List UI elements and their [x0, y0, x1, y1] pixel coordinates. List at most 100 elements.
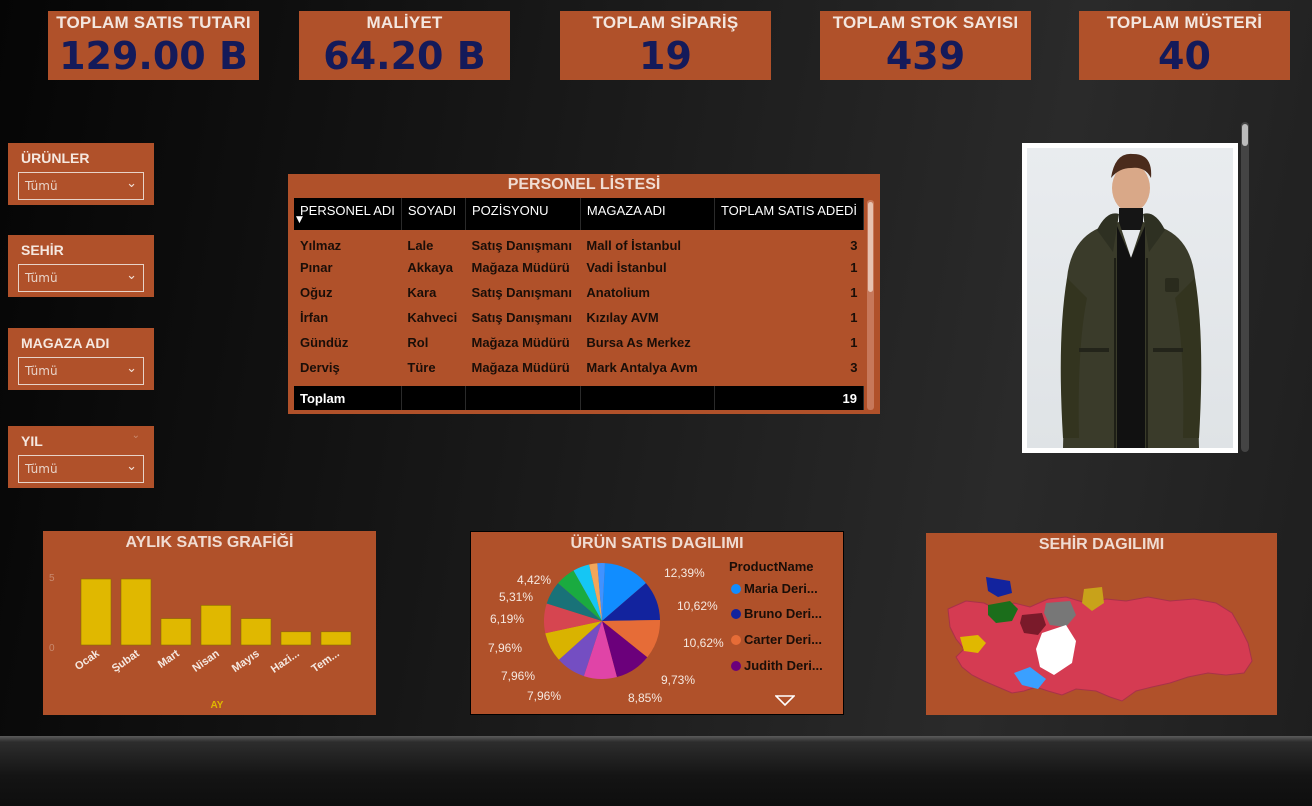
bar-1 — [120, 578, 152, 646]
pie-data-label: 7,96% — [501, 669, 535, 683]
table-cell: Kahveci — [407, 310, 458, 325]
bar-2 — [160, 618, 192, 646]
column-header[interactable]: SOYADI — [401, 198, 467, 230]
dropdown-value: Tümü — [25, 179, 58, 193]
table-cell: Vadi İstanbul — [586, 260, 667, 275]
pie-data-label: 12,39% — [664, 566, 705, 580]
bar-5 — [280, 631, 312, 646]
column-header[interactable]: POZİSYONU — [465, 198, 581, 230]
table-cell: Kara — [407, 285, 437, 300]
monthly-sales-chart-card: AYLIK SATIS GRAFİĞİ 5 0 Ocak Şubat Mart Nis… — [43, 531, 376, 715]
pie-data-label: 7,96% — [527, 689, 561, 703]
table-cell: 3 — [850, 237, 858, 253]
table-cell: Bursa As Merkez — [586, 335, 691, 350]
bar-series — [80, 578, 352, 646]
dropdown-value: Tümü — [25, 462, 58, 476]
bar-6 — [320, 631, 352, 646]
kpi-label: MALİYET — [366, 13, 443, 32]
kpi-label: TOPLAM STOK SAYISI — [832, 13, 1019, 32]
table-cell: Mark Antalya Avm — [586, 360, 698, 375]
chart-title: AYLIK SATIS GRAFİĞİ — [125, 534, 294, 551]
floor-reflection — [0, 736, 1312, 806]
legend-label: Maria Deri... — [744, 581, 818, 596]
column-header[interactable]: PERSONEL ADI — [294, 198, 402, 230]
pie-data-label: 10,62% — [683, 636, 724, 650]
table-cell: Oğuz — [300, 285, 333, 300]
table-row[interactable]: Oğuz Kara Satış Danışmanı Anatolium 1 — [294, 280, 864, 305]
bar-0 — [80, 578, 112, 646]
table-cell: Türe — [407, 360, 436, 375]
kpi-value: 439 — [885, 34, 966, 78]
x-tick-label: Ocak — [73, 647, 103, 673]
pie-chart[interactable]: 12,39% 10,62% 10,62% 9,73% 8,85% 7,96% 7,96% 7,… — [471, 554, 726, 714]
kpi-value: 40 — [1158, 34, 1211, 78]
slicer-city: SEHİR Tümü ⌄ — [8, 235, 154, 297]
table-row[interactable]: Yılmaz Lale Satış Danışmanı Mall of İsta… — [294, 230, 864, 255]
slicer-store: MAGAZA ADI Tümü ⌄ — [8, 328, 154, 390]
bar-chart[interactable]: 5 0 Ocak Şubat Mart Nisan Mayıs Hazi... Tem...… — [43, 555, 376, 715]
legend-item[interactable]: Bruno Deri... — [731, 606, 822, 621]
collapse-chevron-icon[interactable]: ⌄ — [132, 430, 140, 441]
kpi-label: TOPLAM SATIS TUTARI — [56, 13, 251, 32]
table-row[interactable]: Derviş Türe Mağaza Müdürü Mark Antalya A… — [294, 355, 864, 380]
total-value: 19 — [714, 386, 865, 410]
x-tick-label: Hazi... — [269, 648, 302, 676]
table-cell: 1 — [850, 285, 858, 300]
table-cell: 3 — [850, 360, 858, 375]
product-image — [1022, 143, 1238, 453]
turkey-map[interactable] — [926, 563, 1277, 713]
products-dropdown[interactable]: Tümü ⌄ — [18, 172, 144, 200]
pie-data-label: 10,62% — [677, 599, 718, 613]
legend-dot — [731, 661, 741, 671]
chevron-down-icon: ⌄ — [126, 361, 137, 376]
table-scrollbar[interactable] — [867, 200, 874, 410]
pie-data-label: 7,96% — [488, 641, 522, 655]
pie-data-label: 4,42% — [517, 573, 551, 587]
table-cell: Kızılay AVM — [586, 310, 659, 325]
legend-item[interactable]: Judith Deri... — [731, 658, 823, 673]
table-cell: 1 — [850, 260, 858, 275]
kpi-card-orders: TOPLAM SİPARİŞ 19 — [560, 11, 771, 80]
total-label: Toplam — [294, 386, 402, 410]
x-tick-labels: Ocak Şubat Mart Nisan Mayıs Hazi... Tem... — [73, 647, 342, 676]
column-header[interactable]: MAGAZA ADI — [580, 198, 715, 230]
scrollbar-thumb[interactable] — [1242, 124, 1248, 146]
table-cell: Satış Danışmanı — [471, 237, 572, 253]
city-dropdown[interactable]: Tümü ⌄ — [18, 264, 144, 292]
chevron-down-icon: ⌄ — [126, 459, 137, 474]
legend-item[interactable]: Maria Deri... — [731, 581, 818, 596]
y-tick-label: 5 — [49, 573, 55, 584]
store-dropdown[interactable]: Tümü ⌄ — [18, 357, 144, 385]
table-cell — [465, 386, 581, 410]
legend-item[interactable]: Carter Deri... — [731, 632, 822, 647]
table-cell: Lale — [407, 237, 434, 253]
dropdown-value: Tümü — [25, 271, 58, 285]
legend-label: Carter Deri... — [744, 632, 823, 647]
slicer-title: ÜRÜNLER — [21, 150, 90, 166]
pie-data-label: 6,19% — [490, 612, 524, 626]
sort-down-icon[interactable]: ▼ — [296, 215, 303, 225]
pie-data-label: 5,31% — [499, 590, 533, 604]
year-dropdown[interactable]: Tümü ⌄ — [18, 455, 144, 483]
chart-title: ÜRÜN SATIS DAGILIMI — [570, 535, 744, 552]
kpi-label: TOPLAM SİPARİŞ — [592, 13, 739, 32]
scrollbar-thumb[interactable] — [868, 202, 873, 292]
column-header[interactable]: TOPLAM SATIS ADEDİ — [714, 198, 865, 230]
table-row[interactable]: Pınar Akkaya Mağaza Müdürü Vadi İstanbul… — [294, 255, 864, 280]
table-cell: Gündüz — [300, 335, 349, 350]
table-row[interactable]: İrfan Kahveci Satış Danışmanı Kızılay AV… — [294, 305, 864, 330]
legend-label: Judith Deri... — [744, 658, 823, 673]
slicer-products: ÜRÜNLER Tümü ⌄ — [8, 143, 154, 205]
kpi-card-sales: TOPLAM SATIS TUTARI 129.00 B — [48, 11, 259, 80]
image-scrollbar[interactable] — [1241, 122, 1249, 452]
table-row[interactable]: Gündüz Rol Mağaza Müdürü Bursa As Merkez… — [294, 330, 864, 355]
kpi-value: 19 — [639, 34, 692, 78]
pie-slices — [544, 563, 660, 679]
x-tick-label: Nisan — [190, 647, 222, 674]
pie-data-label: 9,73% — [661, 673, 695, 687]
table-cell: Mağaza Müdürü — [471, 260, 570, 275]
table-cell: Akkaya — [407, 260, 453, 275]
legend-title: ProductName — [729, 559, 814, 574]
legend-scroll-down-icon[interactable] — [775, 695, 795, 707]
table-cell — [580, 386, 715, 410]
